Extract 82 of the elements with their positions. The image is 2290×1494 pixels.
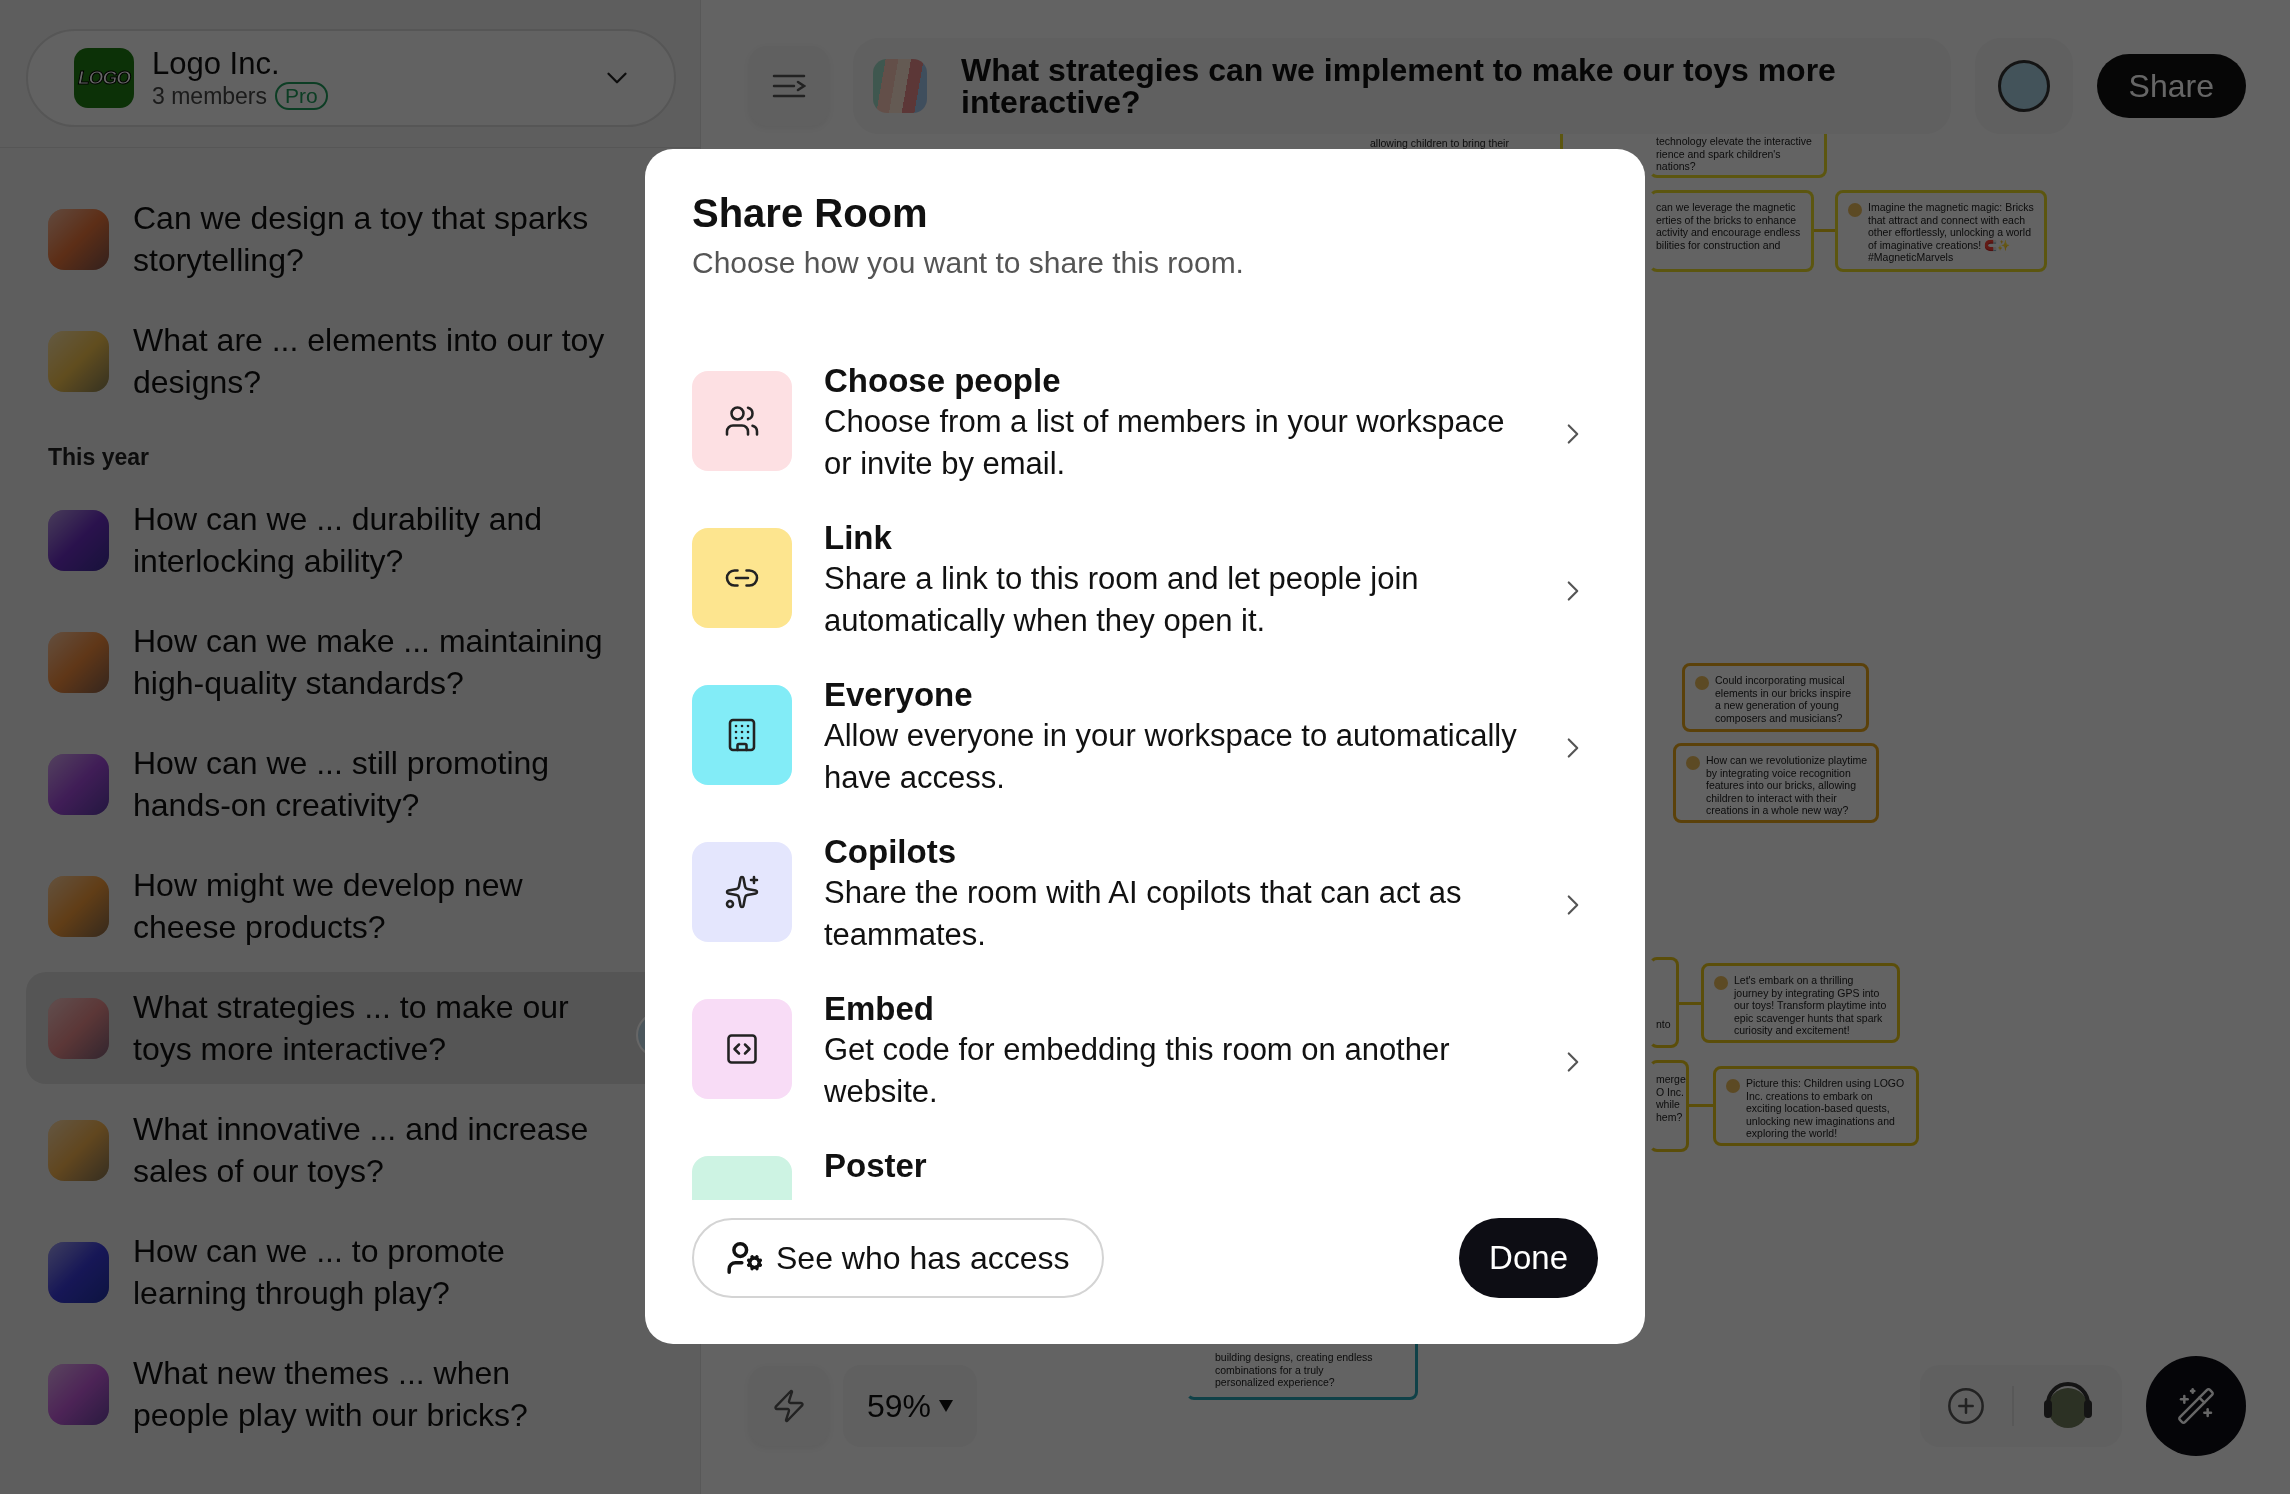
room-title: What strategies can we implement to make our toys more interactive? [961,54,1837,118]
option-title: Everyone [824,675,974,715]
room-item[interactable]: What are ... elements into our toy designs? [26,305,674,417]
room-thumbnail [48,1119,109,1181]
room-title: How might we develop new cheese products? [133,866,524,947]
room-thumbnail [48,631,109,693]
share-option[interactable]: Copilots Share the room with AI copilots that can act as teammates. [692,826,1598,983]
share-option[interactable]: Link Share a link to this room and let people join automatically when they open it. [692,512,1598,669]
room-title: How can we ... still promoting hands-on creativity? [133,744,551,825]
room-item[interactable]: How can we make ... maintaining high-quality standards? [26,606,674,718]
option-title: Copilots [824,832,957,872]
option-title: Choose people [824,361,1062,401]
room-title: What new themes ... when people play with our bricks? [133,1354,529,1435]
room-thumbnail [48,509,109,571]
option-icon [724,1031,760,1067]
done-button[interactable]: Done [1459,1218,1598,1298]
option-icon [724,403,760,439]
idea-text: Imagine the magnetic magic: Bricks that attract and connect with each other effortlessly, unlocking a world of imaginative creations! 🧲✨ #MagneticMarvels [1868,201,2035,261]
idea-text: nto [1656,1018,1671,1032]
share-option[interactable]: Everyone Allow everyone in your workspace to automatically have access. [692,669,1598,826]
section-label: This year [47,443,150,472]
room-title: What innovative ... and increase sales of our toys? [133,1110,590,1191]
workspace-selector[interactable]: LOGO Logo Inc. 3 members Pro [26,29,676,127]
see-access-button[interactable]: See who has access [692,1218,1104,1298]
share-option[interactable]: Choose people Choose from a list of members in your workspace or invite by email. [692,355,1598,512]
avatar-icon [1714,976,1728,990]
dialog-title: Share Room [692,190,929,237]
option-icon [724,874,760,910]
room-thumbnail [873,59,927,113]
plus-icon [1946,1386,1986,1426]
room-thumbnail [48,875,109,937]
caret-icon [939,1400,954,1412]
room-thumbnail [48,997,109,1059]
room-thumbnail [48,208,109,270]
option-description: Share the room with AI copilots that can act as teammates. [824,874,1463,954]
room-thumbnail [48,1241,109,1303]
room-title: Can we design a toy that sparks storytelling? [133,199,590,280]
room-thumbnail [48,753,109,815]
room-thumbnail [48,1363,109,1425]
room-title: What strategies ... to make our toys more interactive? [133,988,570,1069]
avatar-icon [1695,676,1709,690]
menu-icon [772,73,806,99]
idea-text: allowing children to bring their [1370,137,1509,151]
room-title: What are ... elements into our toy designs? [133,321,606,402]
add-button[interactable] [1946,1386,1986,1426]
room-item[interactable]: How can we ... to promote learning through play? [26,1216,674,1328]
room-item[interactable]: How might we develop new cheese products? [26,850,674,962]
idea-text: can we leverage the magnetic erties of the bricks to enhance activity and encourage endless bilities for construction and [1656,201,1801,253]
plan-badge: Pro [275,82,328,110]
share-button[interactable]: Share [2096,54,2246,118]
share-option[interactable]: Embed Get code for embedding this room on another website. [692,983,1598,1140]
workspace-logo: LOGO [74,48,134,108]
option-title: Embed [824,989,936,1029]
room-thumbnail [48,330,109,392]
option-description: Choose from a list of members in your workspace or invite by email. [824,403,1506,483]
magic-wand-icon [2176,1386,2216,1426]
avatar-icon [1848,203,1862,217]
workspace-name: Logo Inc. [152,46,281,82]
avatar-icon [1726,1079,1740,1093]
room-item[interactable]: How can we ... durability and interlocking ability? [26,484,674,596]
room-item[interactable]: How can we ... still promoting hands-on creativity? [26,728,674,840]
room-title: How can we ... durability and interlocking ability? [133,500,544,581]
room-title: How can we ... to promote learning through play? [133,1232,506,1313]
users-gear-icon [726,1239,764,1277]
room-item[interactable]: What new themes ... when people play with our bricks? [26,1338,674,1450]
avatar-icon [1997,60,2050,112]
option-description: Get code for embedding this room on another website. [824,1031,1451,1111]
room-item[interactable]: Can we design a toy that sparks storytelling? [26,183,674,295]
dialog-subtitle: Choose how you want to share this room. [692,245,1245,281]
connector-line [1814,229,1835,232]
idea-text: merge O Inc. while hem? [1656,1073,1686,1125]
option-description: Share a link to this room and let people join automatically when they open it. [824,560,1420,640]
option-title: Poster [824,1146,928,1186]
option-title: Link [824,518,893,558]
room-title: How can we make ... maintaining high-quality standards? [133,622,604,703]
share-option[interactable]: Poster [692,1140,1598,1200]
avatar-icon [1686,756,1700,770]
idea-text: building designs, creating endless combinations for a truly personalized experience? [1215,1351,1373,1389]
option-description: Allow everyone in your workspace to automatically have access. [824,717,1518,797]
room-item[interactable]: What innovative ... and increase sales of our toys? [26,1094,674,1206]
member-count: 3 members [152,82,268,110]
lightning-icon [771,1388,807,1424]
